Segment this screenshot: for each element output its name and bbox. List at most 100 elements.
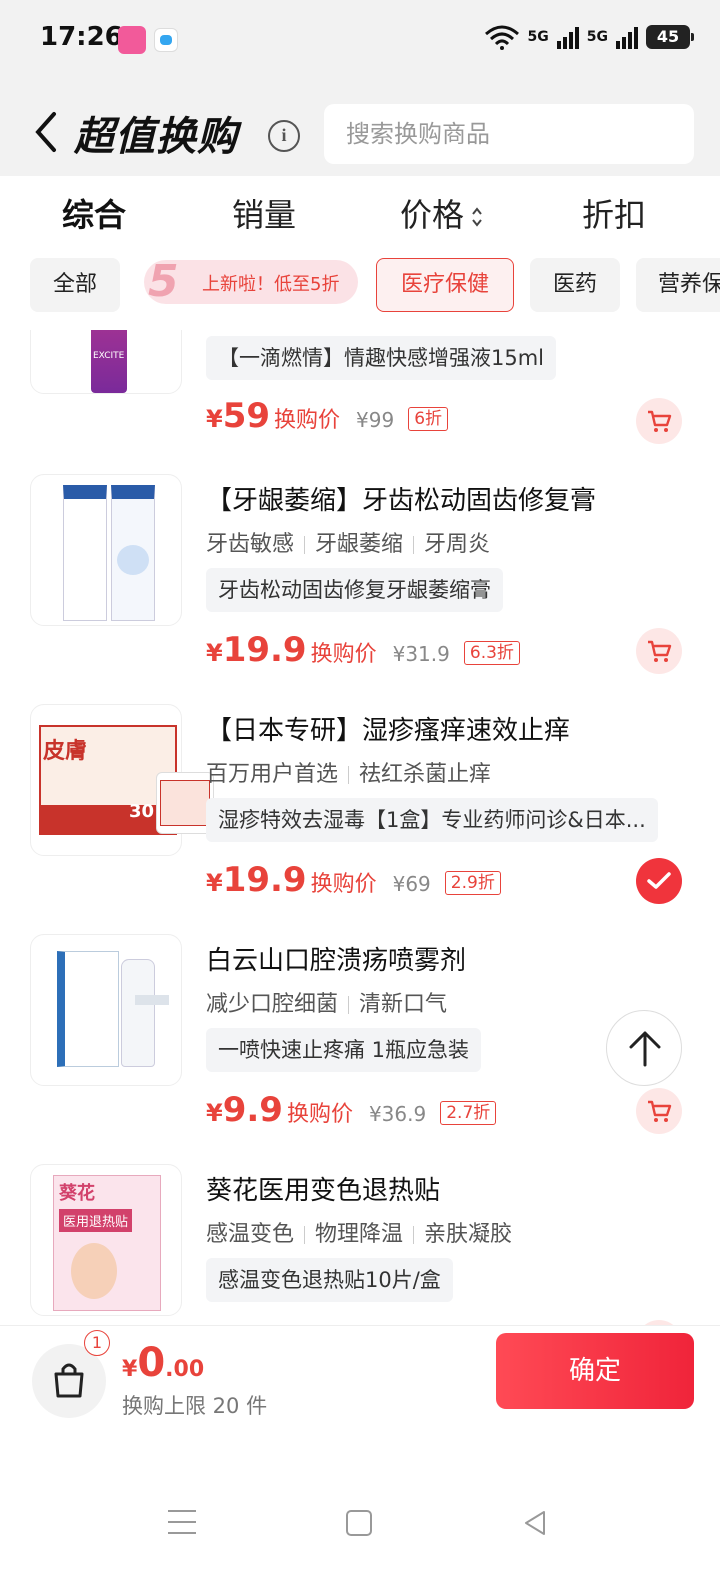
discount-badge: 6.3折 — [463, 641, 520, 665]
product-item[interactable]: 皮膚 30 【日本专研】湿疹瘙痒速效止痒 百万用户首选 祛红杀菌止痒 湿疹特效去湿… — [0, 704, 720, 934]
chip-all[interactable]: 全部 — [30, 258, 120, 312]
cart-icon — [648, 410, 672, 432]
product-image-text: 葵花 — [59, 1183, 95, 1204]
product-title: 白云山口腔溃疡喷雾剂 — [206, 946, 467, 976]
cart-count-badge: 1 — [84, 1330, 110, 1356]
cart-icon — [648, 1100, 672, 1122]
add-to-cart-button[interactable] — [636, 1088, 682, 1134]
chip-medical-care[interactable]: 医疗保健 — [376, 258, 514, 312]
cloud-notification-icon — [154, 28, 178, 52]
product-desc: 一喷快速止疼痛 1瓶应急装 — [206, 1028, 482, 1072]
product-image-text: EXCITE — [93, 351, 125, 361]
product-item[interactable]: EXCITE 【一滴燃情】情趣快感增强液15ml ¥59 换购价 ¥99 6折 — [0, 330, 720, 460]
product-tag: 亲肤凝胶 — [424, 1222, 513, 1247]
selected-checkmark-button[interactable] — [636, 858, 682, 904]
search-input[interactable]: 搜索换购商品 — [324, 104, 694, 164]
system-nav-bar — [0, 1490, 720, 1560]
product-title: 【日本专研】湿疹瘙痒速效止痒 — [206, 716, 571, 746]
sort-arrows-icon — [472, 207, 482, 227]
product-tag: 牙周炎 — [424, 532, 491, 557]
product-tags: 感温变色 物理降温 亲肤凝胶 — [206, 1216, 512, 1248]
page-header: 超值换购 i 搜索换购商品 — [0, 80, 720, 176]
product-image: 葵花 医用退热贴 — [30, 1164, 182, 1316]
back-to-top-button[interactable] — [606, 1010, 682, 1086]
sort-bar: 综合 销量 价格 折扣 — [0, 176, 720, 248]
sort-tab-price-label: 价格 — [400, 196, 465, 234]
chevron-left-icon — [35, 112, 56, 152]
sort-tab-price[interactable]: 价格 — [400, 190, 484, 236]
signal-icon — [616, 25, 638, 49]
signal-icon — [556, 25, 579, 49]
price-row: ¥19.9 换购价 ¥69 2.9折 — [206, 860, 501, 900]
add-to-cart-button[interactable] — [636, 628, 682, 674]
price-row: ¥59 换购价 ¥99 6折 — [206, 396, 449, 436]
page-title: 超值换购 — [74, 114, 238, 160]
promo-number: 5 — [148, 256, 179, 307]
status-time: 17:26 — [40, 22, 123, 52]
product-tag: 清新口气 — [359, 992, 448, 1017]
product-list: EXCITE 【一滴燃情】情趣快感增强液15ml ¥59 换购价 ¥99 6折 … — [0, 330, 720, 1325]
product-image-subtext: 医用退热贴 — [59, 1209, 133, 1232]
discount-badge: 2.9折 — [444, 871, 501, 895]
chip-medicine[interactable]: 医药 — [530, 258, 620, 312]
swap-price: ¥19.9 — [206, 630, 307, 670]
network-type-label: 5G — [586, 29, 608, 45]
swap-price-label: 换购价 — [274, 408, 341, 433]
discount-badge: 6折 — [408, 407, 449, 431]
product-title: 【牙龈萎缩】牙齿松动固齿修复膏 — [206, 486, 597, 516]
swap-price-label: 换购价 — [310, 642, 377, 667]
app-notification-icon — [118, 26, 146, 54]
recent-apps-button[interactable] — [168, 1510, 196, 1536]
arrow-up-icon — [629, 1031, 661, 1067]
product-image — [30, 474, 182, 626]
product-item[interactable]: 【牙龈萎缩】牙齿松动固齿修复膏 牙齿敏感 牙龈萎缩 牙周炎 牙齿松动固齿修复牙龈萎缩… — [0, 474, 720, 704]
category-chips: 全部 5 上新啦！低至5折 医疗保健 医药 营养保 — [0, 248, 720, 330]
product-tag: 物理降温 — [315, 1222, 404, 1247]
swap-price: ¥9.9 — [206, 1090, 283, 1130]
battery-icon: 45 — [646, 25, 694, 49]
price-row: ¥19.9 换购价 ¥31.9 6.3折 — [206, 630, 520, 670]
product-item[interactable]: 葵花 医用退热贴 葵花医用变色退热贴 感温变色 物理降温 亲肤凝胶 感温变色退热贴1… — [0, 1164, 720, 1325]
price-row: ¥9.9 换购价 ¥36.9 2.7折 — [206, 1090, 497, 1130]
info-icon[interactable]: i — [268, 120, 300, 152]
product-image-badge: 30 — [129, 801, 155, 822]
shopping-bag-icon — [54, 1363, 84, 1398]
product-tag: 牙龈萎缩 — [315, 532, 404, 557]
chip-nutrition[interactable]: 营养保 — [636, 258, 720, 312]
swap-limit-text: 换购上限 20 件 — [122, 1394, 268, 1418]
swap-price: ¥19.9 — [206, 860, 307, 900]
system-back-button[interactable] — [520, 1508, 550, 1538]
home-button[interactable] — [346, 1510, 372, 1536]
chip-promo[interactable]: 5 上新啦！低至5折 — [144, 256, 358, 307]
product-tag: 减少口腔细菌 — [206, 992, 339, 1017]
product-image-text: 皮膚 — [43, 739, 88, 764]
product-desc: 【一滴燃情】情趣快感增强液15ml — [206, 336, 557, 380]
product-tag: 祛红杀菌止痒 — [359, 762, 492, 787]
sort-tab-discount[interactable]: 折扣 — [582, 190, 646, 236]
product-title: 葵花医用变色退热贴 — [206, 1176, 441, 1206]
swap-price-label: 换购价 — [310, 872, 377, 897]
promo-text: 上新啦！低至5折 — [202, 274, 340, 295]
product-tags: 牙齿敏感 牙龈萎缩 牙周炎 — [206, 526, 490, 558]
original-price: ¥36.9 — [368, 1102, 427, 1126]
original-price: ¥99 — [356, 408, 395, 432]
swap-price: ¥59 — [206, 396, 271, 436]
back-button[interactable] — [28, 108, 68, 156]
original-price: ¥31.9 — [392, 642, 450, 666]
confirm-button[interactable]: 确定 — [496, 1333, 694, 1409]
add-to-cart-button[interactable] — [636, 398, 682, 444]
product-tags: 百万用户首选 祛红杀菌止痒 — [206, 756, 491, 788]
product-tag: 感温变色 — [206, 1222, 295, 1247]
discount-badge: 2.7折 — [440, 1101, 497, 1125]
wifi-icon — [484, 25, 519, 50]
original-price: ¥69 — [392, 872, 431, 896]
sort-tab-sales[interactable]: 销量 — [232, 190, 296, 236]
product-tag: 百万用户首选 — [206, 762, 339, 787]
total-price: ¥0.00 — [122, 1340, 205, 1386]
product-image: EXCITE — [30, 330, 182, 394]
status-bar: 17:26 5G 5G 45 — [0, 0, 720, 80]
status-indicators: 5G 5G 45 — [484, 24, 694, 50]
product-desc: 感温变色退热贴10片/盒 — [206, 1258, 453, 1302]
sort-tab-comprehensive[interactable]: 综合 — [62, 190, 126, 236]
product-desc: 牙齿松动固齿修复牙龈萎缩膏 — [206, 568, 503, 612]
